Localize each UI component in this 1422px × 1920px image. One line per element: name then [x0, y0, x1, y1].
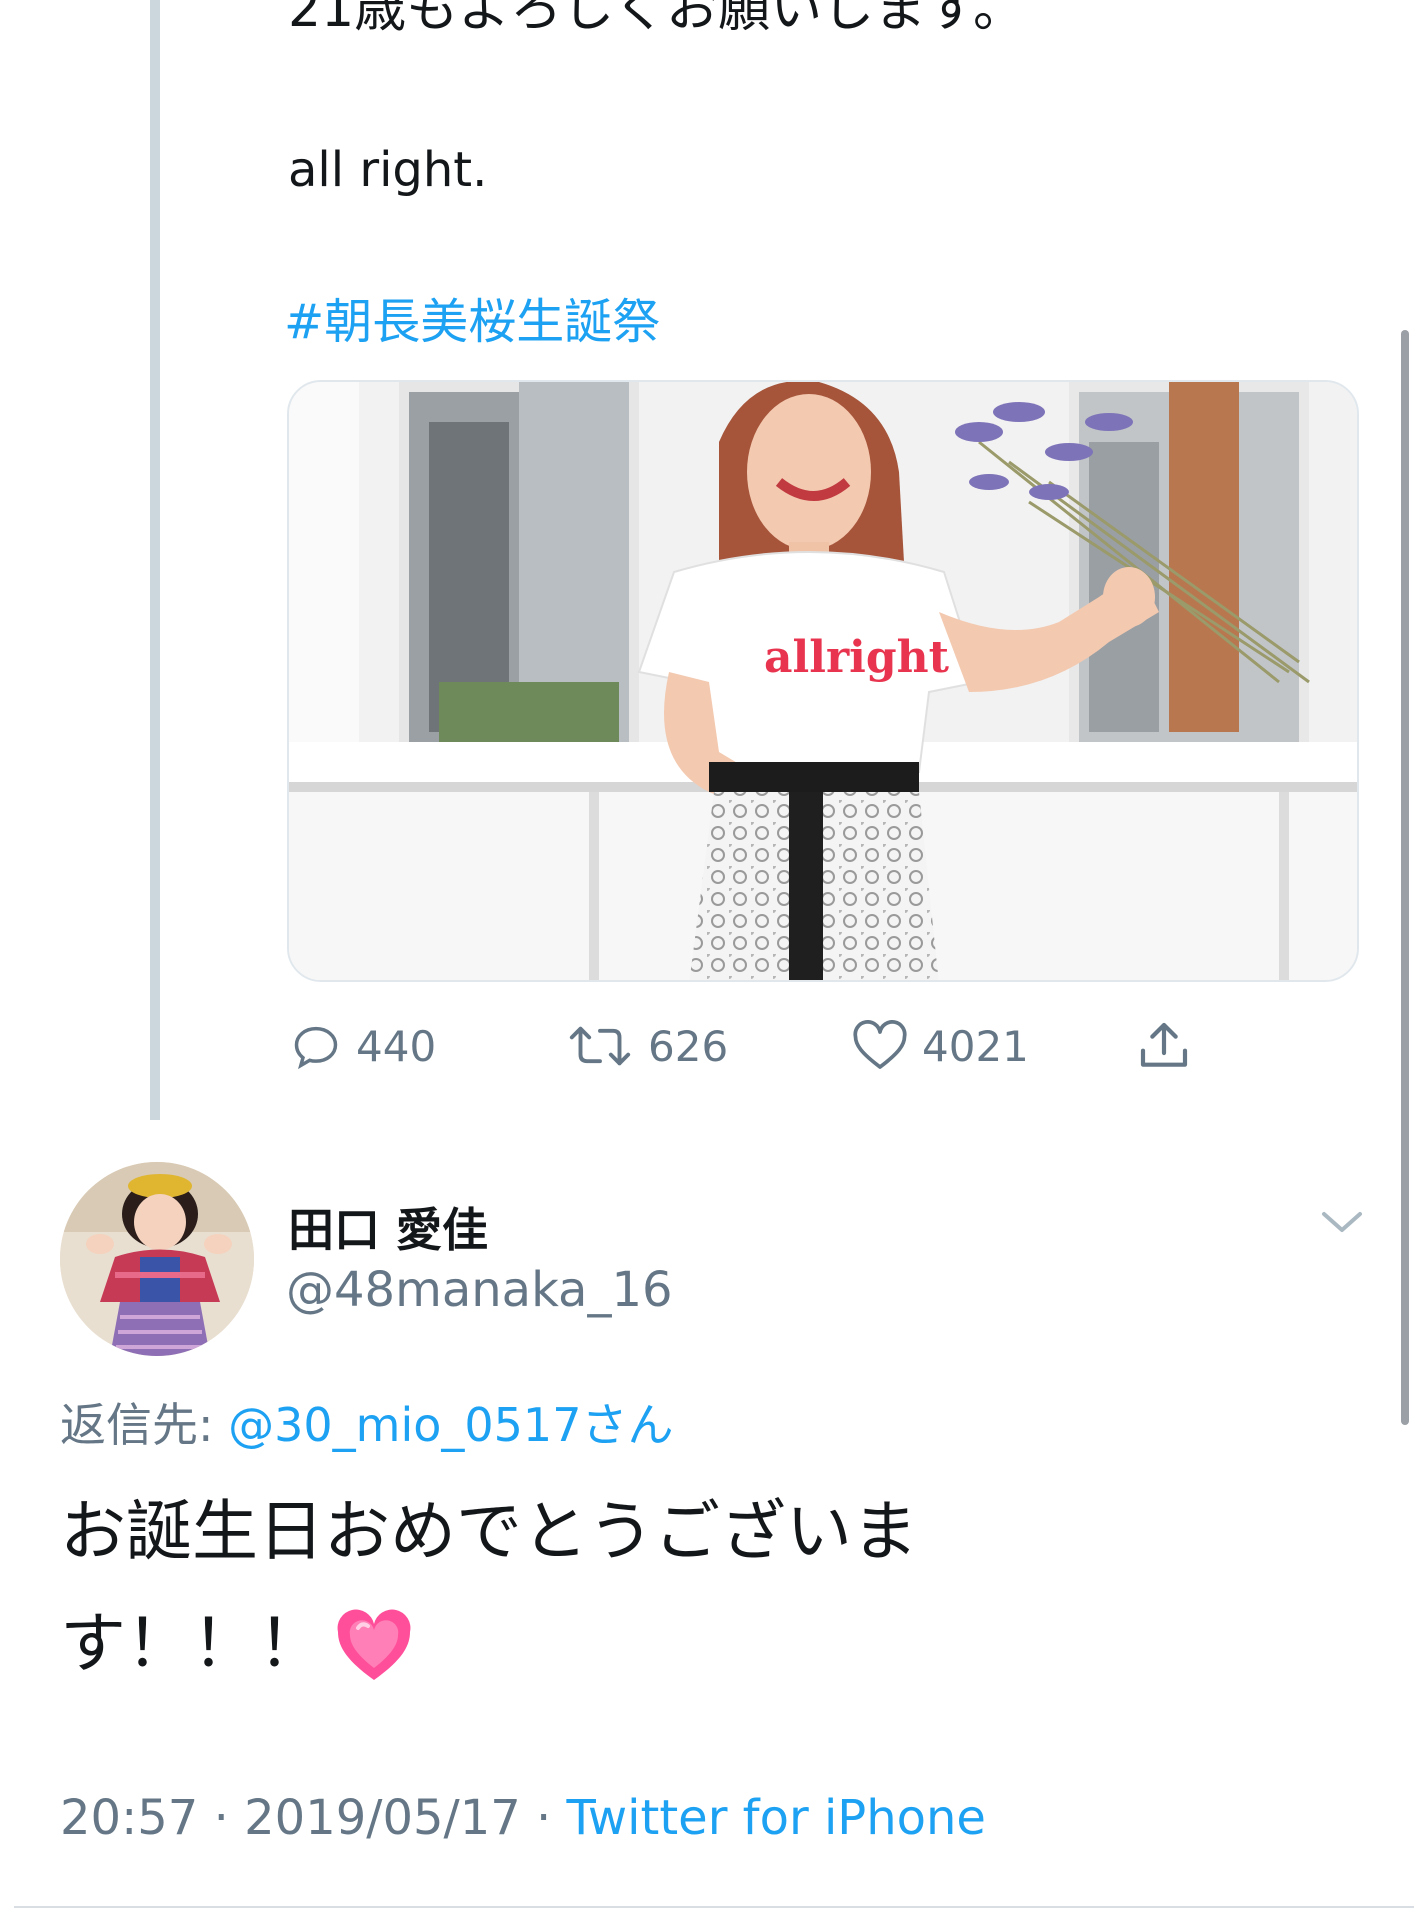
- svg-text:allright: allright: [764, 632, 950, 683]
- reply-body-line: す！！！: [60, 1588, 1180, 1700]
- share-icon: [1140, 1022, 1188, 1067]
- retweet-action[interactable]: 626: [566, 1016, 728, 1076]
- like-count: 4021: [922, 1021, 1029, 1071]
- tweet-date: 2019/05/17: [244, 1790, 521, 1846]
- tweet-metadata: 20:57 · 2019/05/17 · Twitter for iPhone: [60, 1790, 986, 1846]
- tweet-source-link[interactable]: Twitter for iPhone: [567, 1790, 986, 1846]
- chevron-down-icon[interactable]: [1320, 1208, 1364, 1236]
- divider: [14, 1906, 1414, 1908]
- reply-icon: [294, 1026, 338, 1070]
- reply-context: 返信先: @30_mio_0517さん: [60, 1389, 673, 1455]
- hashtag-link[interactable]: #朝長美桜生誕祭: [284, 282, 660, 352]
- like-icon: [853, 1020, 907, 1069]
- avatar[interactable]: [60, 1162, 254, 1356]
- scrollbar[interactable]: [1401, 330, 1409, 1425]
- tweet-text-line: all right.: [288, 142, 488, 198]
- user-handle[interactable]: @48manaka_16: [286, 1262, 673, 1318]
- retweet-icon: [569, 1026, 631, 1066]
- display-name[interactable]: 田口 愛佳: [288, 1194, 488, 1260]
- tweet-time: 20:57: [60, 1790, 199, 1846]
- thread-connector-line: [150, 0, 160, 1120]
- retweet-count: 626: [648, 1021, 729, 1071]
- tweet-text-line: 21歳もよろしくお願いします。: [288, 0, 1025, 39]
- reply-prefix: 返信先:: [60, 1398, 229, 1452]
- growing-heart-emoji: [337, 1609, 411, 1680]
- reply-mention-link[interactable]: @30_mio_0517さん: [228, 1398, 673, 1452]
- reply-body-line: お誕生日おめでとうございま: [60, 1493, 918, 1570]
- reply-count: 440: [356, 1021, 437, 1071]
- share-action[interactable]: [1136, 1016, 1206, 1076]
- like-action[interactable]: 4021: [852, 1016, 1029, 1076]
- reply-body: お誕生日おめでとうございま す！！！: [60, 1476, 1180, 1700]
- tweet-photo[interactable]: allright: [287, 380, 1359, 982]
- reply-action[interactable]: 440: [290, 1016, 436, 1076]
